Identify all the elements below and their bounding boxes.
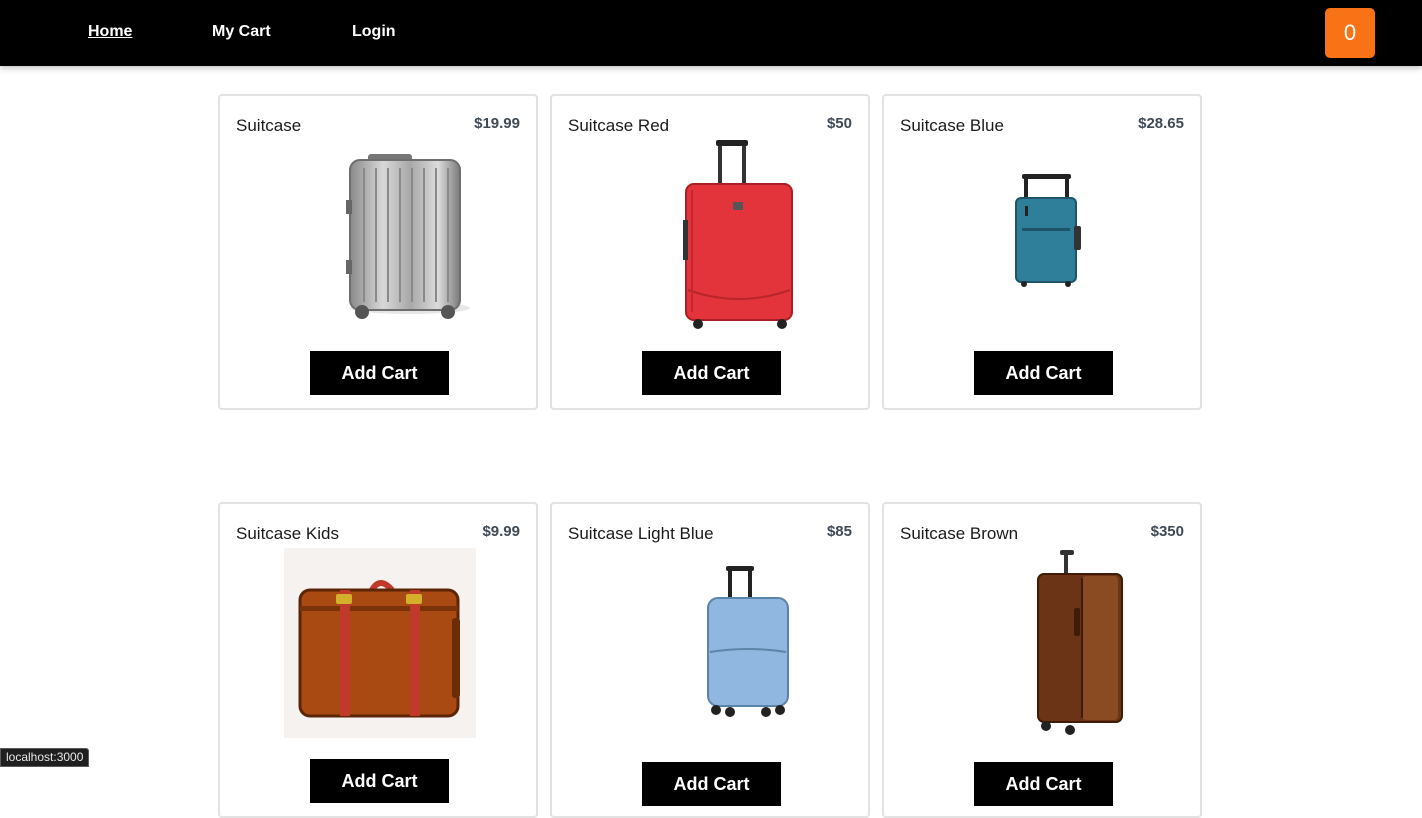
light-blue-suitcase-icon [592,548,832,738]
product-name: Suitcase [236,116,302,135]
product-name: Suitcase Blue [900,116,1004,135]
product-card: Suitcase Red $50 Add Cart [550,94,870,410]
teal-suitcase-icon [924,140,1164,330]
add-cart-button[interactable]: Add Cart [974,351,1113,395]
navbar: Home My Cart Login 0 [0,0,1422,66]
red-suitcase-icon [592,140,832,330]
product-card: Suitcase Kids $9.99 Add Cart [218,502,538,818]
browser-status-url: localhost:3000 [0,748,90,767]
product-name: Suitcase Red [568,116,670,135]
product-price: $19.99 [474,115,520,132]
product-name: Suitcase Light Blue [568,524,714,543]
product-price: $28.65 [1138,115,1184,132]
product-name: Suitcase Kids [236,524,339,543]
nav-home-link[interactable]: Home [88,23,132,41]
product-price: $9.99 [482,523,520,540]
product-card: Suitcase Brown $350 Add Cart [882,502,1202,818]
product-price: $350 [1150,523,1184,540]
product-card: Suitcase Blue $28.65 Add Cart [882,94,1202,410]
add-cart-button[interactable]: Add Cart [310,351,449,395]
add-cart-button[interactable]: Add Cart [310,759,449,803]
nav-login-link[interactable]: Login [352,23,396,41]
add-cart-button[interactable]: Add Cart [974,762,1113,806]
cart-count-badge[interactable]: 0 [1325,8,1375,58]
brown-suitcase-icon [924,548,1164,738]
product-price: $85 [826,523,852,540]
vintage-suitcase-icon [260,548,500,738]
add-cart-button[interactable]: Add Cart [642,351,781,395]
product-name: Suitcase Brown [900,524,1019,543]
product-card: Suitcase Light Blue $85 Add Cart [550,502,870,818]
product-card: Suitcase $19.99 Add Cart [218,94,538,410]
silver-suitcase-icon [260,140,500,330]
nav-my-cart-link[interactable]: My Cart [212,23,271,41]
product-price: $50 [826,115,852,132]
add-cart-button[interactable]: Add Cart [642,762,781,806]
